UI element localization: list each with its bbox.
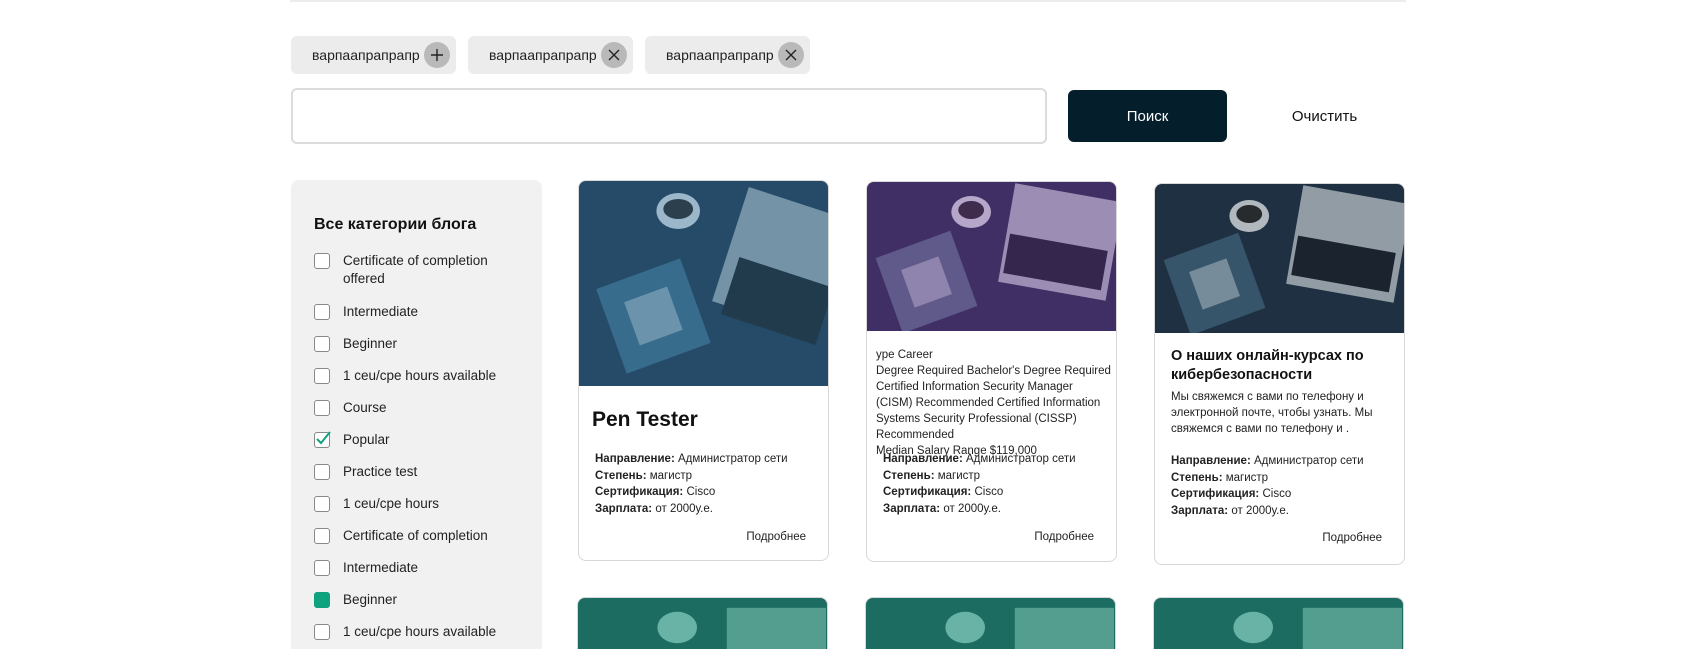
- laptop-chip-image: [579, 181, 828, 386]
- checkbox[interactable]: [314, 368, 330, 384]
- category-checkbox-item[interactable]: Course: [314, 400, 529, 417]
- checkbox[interactable]: [314, 253, 330, 269]
- category-checkbox-item[interactable]: Practice test: [314, 464, 529, 481]
- category-label: Certificate of completion offered: [343, 253, 488, 286]
- checkmark-icon: [316, 431, 331, 445]
- category-label: Course: [343, 400, 387, 415]
- filter-chip: варпаапрапрапр: [468, 36, 633, 74]
- category-label: 1 ceu/cpe hours available: [343, 624, 497, 639]
- card-image: [578, 598, 827, 649]
- course-card[interactable]: [577, 597, 828, 649]
- checkbox[interactable]: [314, 496, 330, 512]
- category-label: 1 ceu/cpe hours: [343, 496, 440, 511]
- card-image: [1155, 184, 1404, 333]
- checkbox[interactable]: [314, 592, 330, 608]
- card-meta: Направление: Администратор сети Степень:…: [595, 453, 788, 515]
- category-label: Certificate of completion: [343, 528, 488, 543]
- course-card[interactable]: [1153, 597, 1404, 649]
- course-card[interactable]: ype Career Degree Required Bachelor's De…: [866, 181, 1117, 562]
- checkbox[interactable]: [314, 528, 330, 544]
- category-checkbox-item[interactable]: Beginner: [314, 336, 529, 353]
- filter-chip: варпаапрапрапр: [291, 36, 456, 74]
- category-label: Practice test: [343, 464, 418, 479]
- checkbox[interactable]: [314, 624, 330, 640]
- top-divider: [290, 0, 1406, 2]
- category-checkbox-item[interactable]: Certificate of completion: [314, 528, 529, 545]
- category-checkbox-item[interactable]: Beginner: [314, 592, 529, 609]
- plus-icon[interactable]: [424, 42, 450, 68]
- laptop-chip-image: [1155, 184, 1404, 333]
- course-card[interactable]: Pen Tester Направление: Администратор се…: [578, 180, 829, 561]
- more-link[interactable]: Подробнее: [1034, 531, 1094, 543]
- category-checkbox-item[interactable]: 1 ceu/cpe hours: [314, 496, 529, 513]
- category-checkbox-item[interactable]: Intermediate: [314, 304, 529, 321]
- card-meta: Направление: Администратор сети Степень:…: [883, 453, 1076, 515]
- course-card[interactable]: О наших онлайн-курсах по кибербезопаснос…: [1154, 183, 1405, 565]
- category-label: Intermediate: [343, 304, 419, 319]
- category-label: Beginner: [343, 336, 398, 351]
- category-checkbox-item[interactable]: 1 ceu/cpe hours available: [314, 368, 529, 385]
- chip-label: варпаапрапрапр: [489, 47, 597, 63]
- more-link[interactable]: Подробнее: [1322, 532, 1382, 544]
- more-link[interactable]: Подробнее: [746, 531, 806, 543]
- card-image: [579, 181, 828, 386]
- checkbox[interactable]: [314, 400, 330, 416]
- category-checkbox-item[interactable]: Popular: [314, 431, 529, 449]
- close-icon[interactable]: [778, 42, 804, 68]
- checkbox[interactable]: [314, 336, 330, 352]
- category-sidebar: Все категории блога Certificate of compl…: [291, 180, 542, 649]
- category-label: Popular: [343, 432, 390, 447]
- card-title: Pen Tester: [592, 408, 698, 431]
- checkbox[interactable]: [314, 464, 330, 480]
- search-input[interactable]: [291, 88, 1047, 144]
- category-checkbox-item[interactable]: Intermediate: [314, 560, 529, 577]
- card-image: [866, 598, 1115, 649]
- chip-label: варпаапрапрапр: [312, 47, 420, 63]
- card-title: О наших онлайн-курсах по кибербезопаснос…: [1171, 348, 1364, 383]
- category-checkbox-item[interactable]: 1 ceu/cpe hours available: [314, 624, 529, 641]
- close-icon[interactable]: [601, 42, 627, 68]
- checkbox[interactable]: [314, 431, 331, 448]
- category-checkbox-item[interactable]: Certificate of completion offered: [314, 253, 529, 288]
- sidebar-title: Все категории блога: [314, 216, 477, 233]
- card-description: ype Career Degree Required Bachelor's De…: [876, 349, 1111, 457]
- laptop-chip-image: [867, 182, 1116, 331]
- search-button[interactable]: Поиск: [1068, 90, 1227, 142]
- card-meta: Направление: Администратор сети Степень:…: [1171, 455, 1364, 517]
- course-card[interactable]: [865, 597, 1116, 649]
- checkbox[interactable]: [314, 304, 330, 320]
- category-label: Beginner: [343, 592, 398, 607]
- checkbox[interactable]: [314, 560, 330, 576]
- card-description: Мы свяжемся с вами по телефону и электро…: [1171, 391, 1373, 435]
- filter-chip: варпаапрапрапр: [645, 36, 810, 74]
- clear-button[interactable]: Очистить: [1245, 90, 1404, 142]
- card-image: [1154, 598, 1403, 649]
- card-image: [867, 182, 1116, 331]
- category-label: 1 ceu/cpe hours available: [343, 368, 497, 383]
- chip-label: варпаапрапрапр: [666, 47, 774, 63]
- category-label: Intermediate: [343, 560, 419, 575]
